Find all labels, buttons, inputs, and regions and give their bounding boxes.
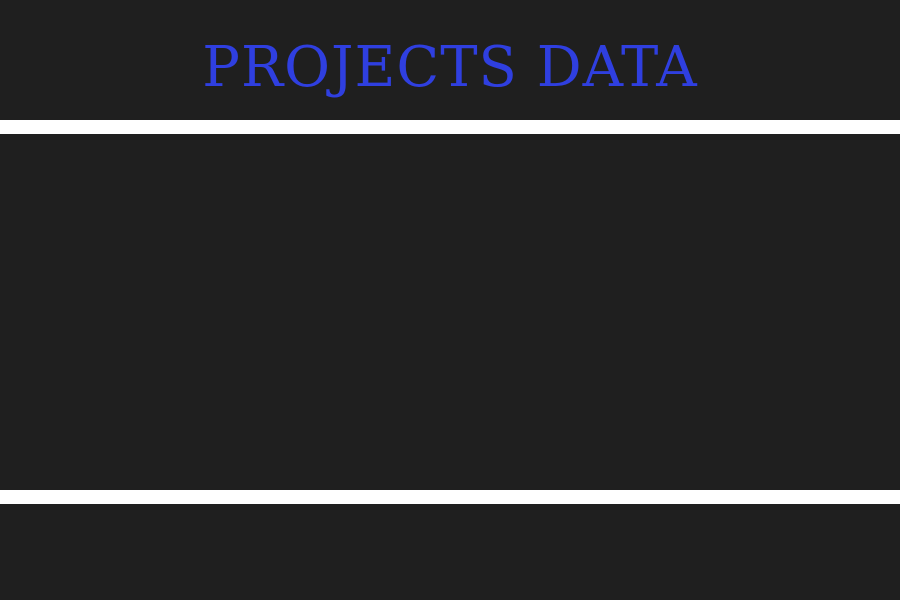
bottom-divider — [0, 490, 900, 504]
top-divider — [0, 120, 900, 134]
page-title: PROJECTS DATA — [202, 35, 698, 100]
footer-panel — [0, 504, 900, 600]
page: PROJECTS DATA — [0, 0, 900, 600]
header: PROJECTS DATA — [0, 0, 900, 120]
content-panel — [0, 134, 900, 490]
